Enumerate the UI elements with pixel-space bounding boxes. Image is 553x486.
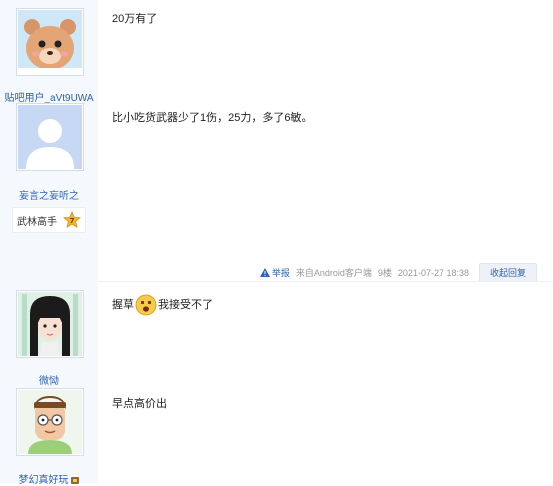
post-content: 早点高价出 <box>112 398 167 410</box>
username[interactable]: 梦幻真好玩 <box>0 471 98 486</box>
warning-icon <box>259 268 270 277</box>
svg-text:7: 7 <box>69 216 74 225</box>
post-content: 握草 我接受不了 <box>112 294 213 316</box>
level-star-icon: 7 <box>63 211 81 228</box>
cartoon-man-avatar-icon <box>18 390 82 454</box>
username[interactable]: 微恸 <box>0 372 98 387</box>
post-divider <box>98 281 553 282</box>
anime-girl-avatar-icon <box>18 292 82 356</box>
post-text-part: 我接受不了 <box>158 299 213 311</box>
avatar[interactable] <box>16 103 84 171</box>
username-text: 梦幻真好玩 <box>18 475 69 486</box>
member-badge-icon <box>70 476 79 484</box>
bear-avatar-icon <box>18 10 82 74</box>
post-tail: 举报 来自Android客户端 9楼 2021-07-27 18:38 收起回复 <box>259 263 537 282</box>
avatar[interactable] <box>16 388 84 456</box>
report-label: 举报 <box>271 268 290 278</box>
client-source: 来自Android客户端 <box>295 268 372 278</box>
username[interactable]: 贴吧用户_aVt9UWA <box>0 89 98 104</box>
post-content: 20万有了 <box>112 13 158 25</box>
shocked-face-icon <box>135 294 157 316</box>
post-content: 比小吃货武器少了1伤，25力，多了6敏。 <box>112 112 313 124</box>
floor-number: 9楼 <box>377 268 392 278</box>
badge-title: 武林高手 <box>17 216 57 228</box>
collapse-reply-button[interactable]: 收起回复 <box>478 263 537 282</box>
post-time: 2021-07-27 18:38 <box>397 267 469 278</box>
post-text-part: 握草 <box>112 299 134 311</box>
avatar[interactable] <box>16 290 84 358</box>
level-badge: 武林高手 7 <box>12 207 86 233</box>
username[interactable]: 妄言之妄听之 <box>0 187 98 202</box>
default-avatar-icon <box>18 105 82 169</box>
report-link[interactable]: 举报 <box>259 266 290 279</box>
avatar[interactable] <box>16 8 84 76</box>
